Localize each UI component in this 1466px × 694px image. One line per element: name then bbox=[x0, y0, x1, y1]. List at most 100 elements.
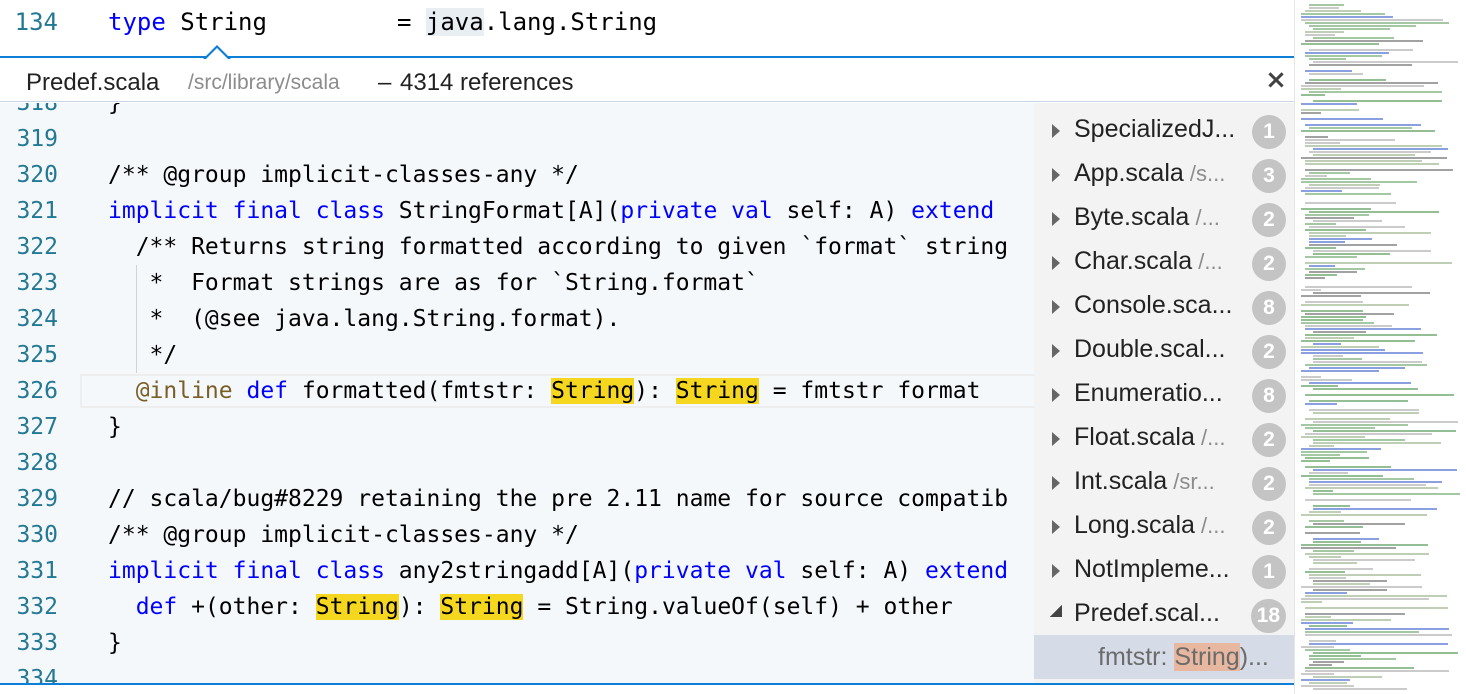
chevron-right-icon[interactable] bbox=[1052, 212, 1060, 226]
reference-file-item[interactable]: Long.scala /... 2 bbox=[1034, 505, 1294, 549]
reference-file-item[interactable]: Enumeratio... 8 bbox=[1034, 373, 1294, 417]
minimap-line bbox=[1305, 136, 1328, 138]
reference-file-item-expanded[interactable]: Predef.scal... 18 bbox=[1034, 593, 1294, 637]
count-badge: 2 bbox=[1252, 335, 1286, 369]
minimap-line bbox=[1301, 349, 1385, 351]
minimap-line bbox=[1301, 340, 1415, 342]
minimap-line bbox=[1305, 202, 1396, 204]
code-row: 328 bbox=[0, 445, 1034, 481]
chevron-right-icon[interactable] bbox=[1052, 520, 1060, 534]
reference-highlight[interactable]: String bbox=[675, 378, 759, 404]
peek-file-name[interactable]: Predef.scala bbox=[26, 69, 159, 97]
reference-file-item[interactable]: App.scala /s... 3 bbox=[1034, 153, 1294, 197]
minimap-line bbox=[1305, 160, 1422, 162]
minimap-line bbox=[1301, 94, 1325, 96]
line-number: 134 bbox=[14, 8, 58, 36]
minimap-line bbox=[1309, 64, 1412, 66]
minimap-line bbox=[1313, 538, 1379, 540]
minimap-line bbox=[1305, 268, 1365, 270]
reference-highlight[interactable]: String bbox=[315, 594, 399, 620]
line-number: 332 bbox=[16, 594, 58, 620]
chevron-right-icon[interactable] bbox=[1052, 256, 1060, 270]
chevron-right-icon[interactable] bbox=[1052, 432, 1060, 446]
reference-file-item[interactable]: SpecializedJ... 1 bbox=[1034, 109, 1294, 153]
minimap-line bbox=[1305, 337, 1354, 339]
minimap-line bbox=[1305, 457, 1369, 459]
minimap-line bbox=[1301, 190, 1342, 192]
reference-file-item[interactable]: Console.sca... 8 bbox=[1034, 285, 1294, 329]
close-icon[interactable]: × bbox=[1263, 67, 1289, 93]
minimap-line bbox=[1301, 19, 1443, 21]
chevron-right-icon[interactable] bbox=[1052, 344, 1060, 358]
chevron-right-icon[interactable] bbox=[1052, 564, 1060, 578]
class-name: any2stringadd[A]( bbox=[384, 558, 635, 584]
minimap-line bbox=[1313, 412, 1419, 414]
minimap-line bbox=[1309, 655, 1361, 657]
minimap-line bbox=[1313, 61, 1458, 63]
line-number: 324 bbox=[16, 306, 58, 332]
chevron-right-icon[interactable] bbox=[1052, 168, 1060, 182]
file-label: Predef.scal... bbox=[1074, 599, 1220, 627]
minimap-line bbox=[1301, 586, 1422, 588]
reference-file-item[interactable]: Float.scala /... 2 bbox=[1034, 417, 1294, 461]
chevron-right-icon[interactable] bbox=[1052, 124, 1060, 138]
file-label: Double.scal... bbox=[1074, 335, 1226, 363]
keyword: def bbox=[108, 594, 178, 620]
reference-file-item[interactable]: Char.scala /... 2 bbox=[1034, 241, 1294, 285]
minimap-line bbox=[1313, 253, 1390, 255]
reference-file-name: Console.sca... bbox=[1074, 291, 1232, 320]
minimap-line bbox=[1305, 214, 1369, 216]
minimap-line bbox=[1301, 304, 1409, 306]
minimap-line bbox=[1301, 85, 1424, 87]
minimap-line bbox=[1309, 472, 1348, 474]
minimap-line bbox=[1305, 10, 1361, 12]
file-path: /... bbox=[1192, 249, 1223, 274]
minimap-line bbox=[1313, 580, 1387, 582]
minimap[interactable] bbox=[1294, 0, 1466, 694]
minimap-line bbox=[1305, 532, 1360, 534]
chevron-right-icon[interactable] bbox=[1052, 300, 1060, 314]
minimap-line bbox=[1301, 460, 1330, 462]
minimap-line bbox=[1305, 124, 1421, 126]
reference-tree[interactable]: SpecializedJ... 1 App.scala /s... 3 Byte.s… bbox=[1034, 103, 1294, 683]
reference-file-item[interactable]: Byte.scala /... 2 bbox=[1034, 197, 1294, 241]
code-line[interactable]: type String = java.lang.String bbox=[108, 8, 657, 36]
minimap-line bbox=[1313, 361, 1422, 363]
minimap-line bbox=[1301, 424, 1408, 426]
chevron-right-icon[interactable] bbox=[1052, 476, 1060, 490]
line-number: 330 bbox=[16, 522, 58, 548]
minimap-line bbox=[1301, 88, 1341, 90]
editor-below-peek bbox=[0, 685, 1294, 694]
reference-highlight[interactable]: String bbox=[551, 378, 635, 404]
reference-file-item[interactable]: NotImpleme... 1 bbox=[1034, 549, 1294, 593]
minimap-line bbox=[1301, 181, 1417, 183]
minimap-line bbox=[1301, 346, 1379, 348]
reference-file-item[interactable]: Int.scala /sr... 2 bbox=[1034, 461, 1294, 505]
file-path: /... bbox=[1189, 205, 1220, 230]
code-row: 318} bbox=[0, 103, 1034, 121]
code-row: 324 * (@see java.lang.String.format). bbox=[0, 301, 1034, 337]
minimap-line bbox=[1305, 364, 1427, 366]
reference-match-selected[interactable]: fmtstr: String)... bbox=[1034, 635, 1294, 679]
reference-highlight[interactable]: String bbox=[440, 594, 524, 620]
minimap-line bbox=[1309, 640, 1336, 642]
reference-file-item[interactable]: Double.scal... 2 bbox=[1034, 329, 1294, 373]
minimap-line bbox=[1313, 154, 1415, 156]
minimap-line bbox=[1309, 271, 1357, 273]
code-text: def +(other: String): String = String.va… bbox=[108, 594, 953, 620]
minimap-line bbox=[1309, 79, 1386, 81]
minimap-line bbox=[1305, 553, 1429, 555]
file-path: /s... bbox=[1183, 161, 1226, 186]
minimap-line bbox=[1309, 556, 1341, 558]
minimap-line bbox=[1313, 469, 1457, 471]
chevron-down-icon[interactable] bbox=[1050, 605, 1062, 617]
count-badge: 18 bbox=[1250, 599, 1286, 633]
code-row: 319 bbox=[0, 121, 1034, 157]
code-comment: // scala/bug#8229 retaining the pre 2.11… bbox=[108, 486, 1009, 512]
minimap-line bbox=[1309, 127, 1412, 129]
minimap-line bbox=[1305, 247, 1336, 249]
code-row: 331 implicit final class any2stringadd[A]… bbox=[0, 553, 1034, 589]
peek-code-view[interactable]: 318} 319 320 /** @group implicit-classes-… bbox=[0, 103, 1034, 683]
chevron-right-icon[interactable] bbox=[1052, 388, 1060, 402]
minimap-line bbox=[1309, 235, 1346, 237]
